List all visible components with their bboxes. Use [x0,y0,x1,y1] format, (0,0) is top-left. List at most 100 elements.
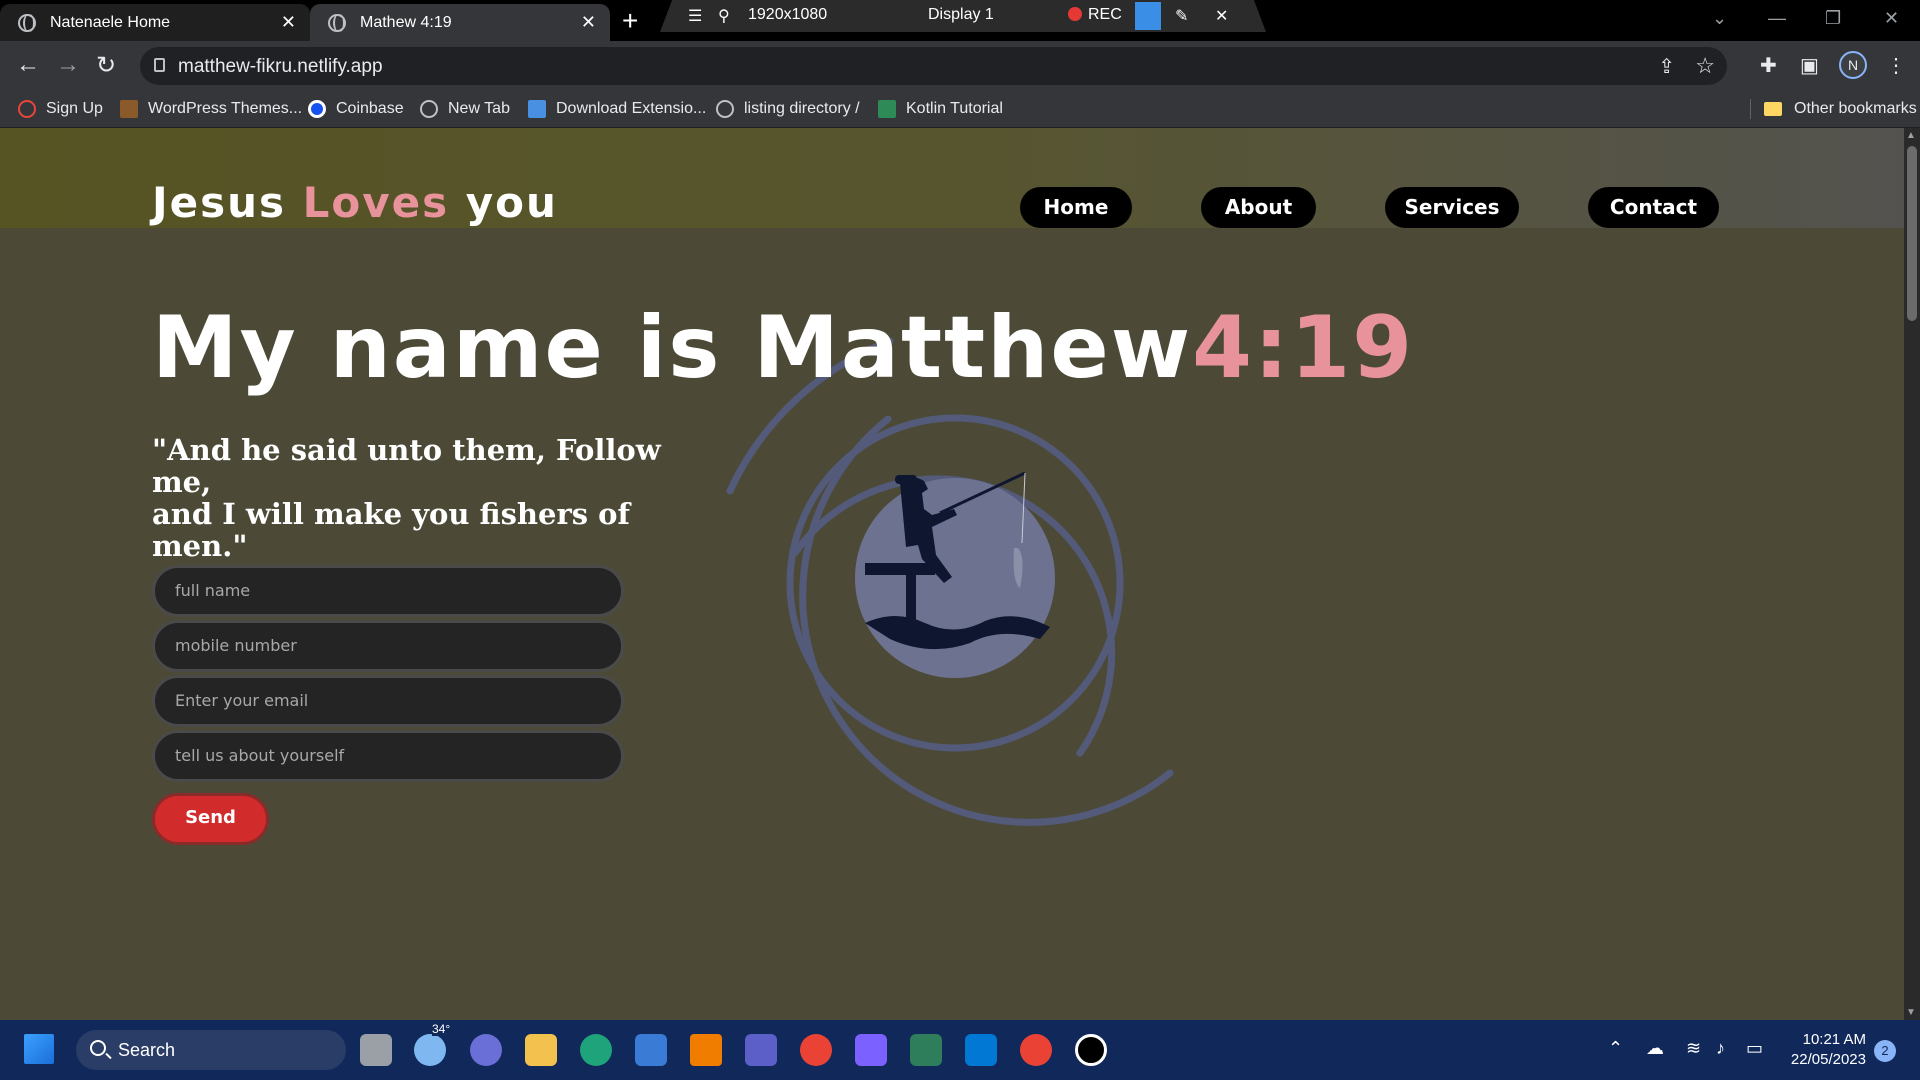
bookmark-kotlin-tutorial[interactable]: Kotlin Tutorial [878,97,1003,121]
vscode-icon[interactable] [965,1034,997,1066]
about-input[interactable]: tell us about yourself [152,730,624,782]
menu-icon[interactable]: ☰ [688,6,702,26]
bookmark-new-tab[interactable]: New Tab [420,97,510,121]
bookmark-coinbase[interactable]: Coinbase [308,97,404,121]
bookmark-listing-directory[interactable]: listing directory / [716,97,860,121]
globe-icon [328,13,346,32]
back-icon[interactable]: ← [16,51,40,79]
quote-line-2: and I will make you fishers of men." [152,497,630,563]
search-label: Search [118,1040,176,1060]
close-tab-icon[interactable]: ✕ [581,12,596,33]
lock-icon[interactable] [154,58,165,72]
bookmark-label: Sign Up [46,100,103,117]
bookmark-star-icon[interactable]: ☆ [1695,53,1715,79]
address-bar[interactable]: matthew-fikru.netlify.app ⇪ ☆ [140,47,1727,85]
forward-icon[interactable]: → [56,51,80,79]
url-text[interactable]: matthew-fikru.netlify.app [178,56,383,78]
file-explorer-icon[interactable] [525,1034,557,1066]
taskbar-clock[interactable]: 10:21 AM 22/05/2023 [1784,1030,1866,1070]
weather-icon[interactable] [414,1034,446,1066]
store-icon[interactable] [635,1034,667,1066]
bookmark-label: WordPress Themes... [148,100,303,117]
minimize-icon[interactable]: — [1768,8,1786,29]
reload-icon[interactable]: ↻ [96,51,116,80]
tab-search-icon[interactable]: ⌄ [1712,8,1727,29]
bookmark-label: Download Extensio... [556,100,707,117]
side-panel-icon[interactable]: ▣ [1800,53,1819,78]
close-tab-icon[interactable]: ✕ [281,12,296,33]
pen-icon[interactable]: ✎ [1175,6,1188,26]
extension-icon [528,100,546,118]
scroll-up-icon[interactable]: ▲ [1906,130,1916,141]
tab-strip: Natenaele Home ✕ Mathew 4:19 ✕ + ☰ ⚲ 192… [0,0,1920,41]
bookmark-label: Kotlin Tutorial [906,100,1003,117]
nav-home[interactable]: Home [1020,187,1132,228]
battery-icon[interactable]: ▭ [1746,1038,1763,1059]
full-name-input[interactable]: full name [152,565,624,617]
share-icon[interactable]: ⇪ [1658,54,1675,79]
restore-icon[interactable]: ❐ [1825,8,1841,29]
profile-avatar[interactable]: N [1839,51,1867,79]
bookmark-label: New Tab [448,100,510,117]
task-view-icon[interactable] [360,1034,392,1066]
chatgpt-icon[interactable] [910,1034,942,1066]
moon-disc [855,478,1055,678]
vlc-icon[interactable] [690,1034,722,1066]
bookmark-separator [1750,99,1751,119]
copilot-icon[interactable] [855,1034,887,1066]
close-recorder-icon[interactable]: ✕ [1215,6,1228,26]
bookmarks-bar: Sign Up WordPress Themes... Coinbase New… [0,91,1920,128]
coinbase-icon [308,100,326,118]
show-hidden-icons[interactable]: ⌃ [1608,1038,1623,1059]
folder-icon [1764,102,1782,116]
windows-taskbar: Search 34° ⌃ ☁ ≋ ♪ ▭ 10:21 AM 22/05/2023… [0,1020,1920,1080]
bookmark-sign-up[interactable]: Sign Up [18,97,103,121]
web-page: Jesus Loves you Home About Services Cont… [0,128,1904,1020]
tab-natenaele-home[interactable]: Natenaele Home ✕ [0,4,310,41]
other-bookmarks[interactable]: Other bookmarks [1764,97,1917,121]
taskbar-search[interactable]: Search [76,1030,346,1070]
nav-services[interactable]: Services [1385,187,1519,228]
rec-button[interactable]: REC [1068,6,1122,24]
extensions-icon[interactable]: ✚ [1760,53,1777,78]
close-window-icon[interactable]: ✕ [1884,8,1899,29]
notification-badge[interactable]: 2 [1874,1040,1896,1062]
recorder-display[interactable]: Display 1 [928,6,994,24]
edge-icon[interactable] [580,1034,612,1066]
tab-mathew[interactable]: Mathew 4:19 ✕ [310,4,610,41]
scroll-thumb[interactable] [1907,146,1917,321]
tab-label: Natenaele Home [50,13,171,31]
power-automate-icon[interactable] [745,1034,777,1066]
email-input[interactable]: Enter your email [152,675,624,727]
volume-icon[interactable]: ♪ [1716,1038,1725,1059]
bookmark-wordpress-themes[interactable]: WordPress Themes... [120,97,302,121]
windows-start-icon[interactable] [24,1034,54,1064]
camera-icon[interactable] [1135,2,1161,30]
globe-icon [18,13,36,32]
teams-chat-icon[interactable] [470,1034,502,1066]
bible-quote: "And he said unto them, Follow me, and I… [152,434,712,562]
bookmark-label: Coinbase [336,100,404,117]
record-icon [1068,7,1082,21]
page-scrollbar[interactable]: ▲ ▼ [1904,128,1920,1020]
screen-recorder-bar: ☰ ⚲ 1920x1080 Display 1 REC ✎ ✕ [660,0,1266,32]
nav-contact[interactable]: Contact [1588,187,1719,228]
wifi-icon[interactable]: ≋ [1686,1038,1701,1059]
more-menu-icon[interactable]: ⋮ [1886,53,1906,78]
scroll-down-icon[interactable]: ▼ [1906,1007,1916,1018]
nav-about[interactable]: About [1201,187,1316,228]
send-button[interactable]: Send [152,793,269,845]
chrome-profile-icon[interactable] [1020,1034,1052,1066]
site-logo[interactable]: Jesus Loves you [152,178,558,227]
new-tab-button[interactable]: + [622,5,638,37]
bookmark-download-extension[interactable]: Download Extensio... [528,97,706,121]
mobile-number-input[interactable]: mobile number [152,620,624,672]
weather-temperature: 34° [432,1022,451,1036]
onedrive-icon[interactable]: ☁ [1646,1038,1664,1059]
chrome-icon[interactable] [800,1034,832,1066]
recorder-icon[interactable] [1075,1034,1107,1066]
pin-icon[interactable]: ⚲ [718,6,730,26]
quote-line-1: "And he said unto them, Follow me, [152,433,661,499]
globe-icon [716,100,734,118]
sign-up-icon [18,100,36,118]
